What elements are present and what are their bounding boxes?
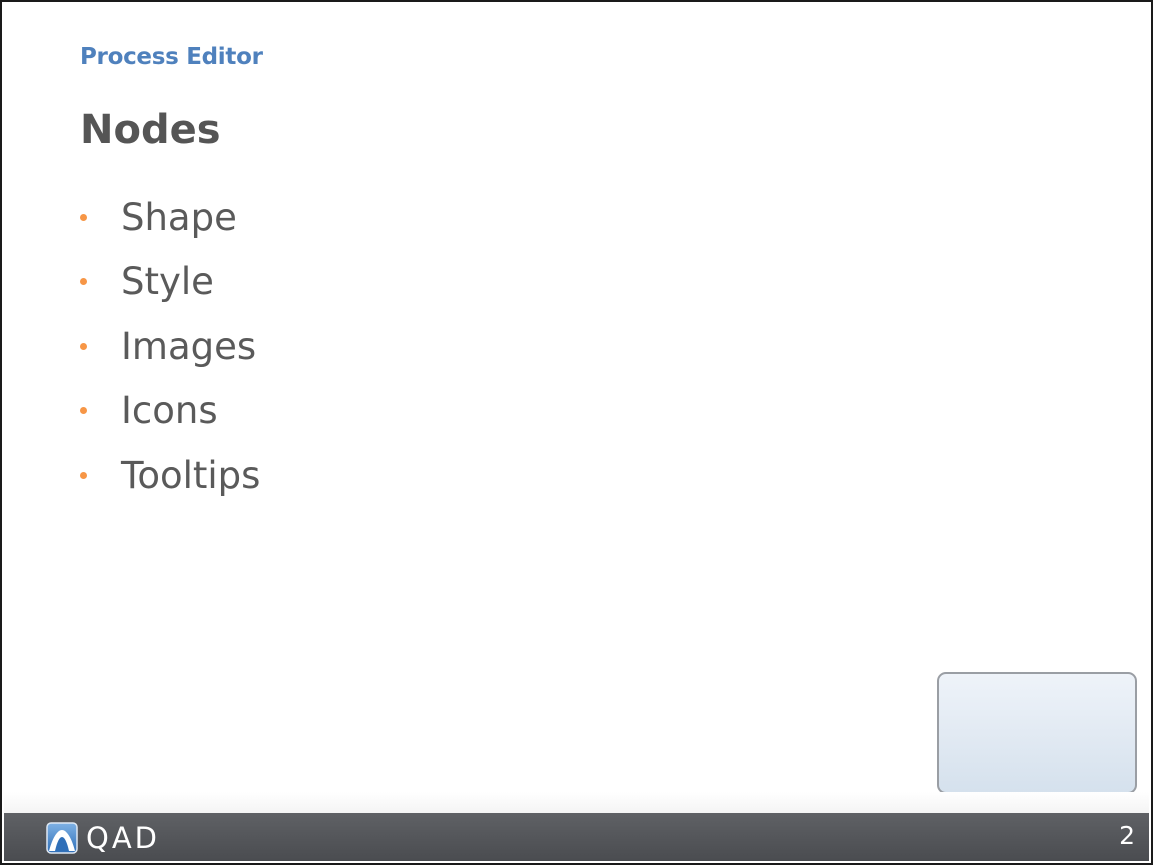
bullet-icon: [80, 407, 87, 415]
bullet-item-tooltips: Tooltips: [80, 443, 260, 508]
footer-bar: QAD 2: [4, 813, 1149, 861]
bullet-item-icons: Icons: [80, 379, 260, 444]
bullet-icon: [80, 342, 87, 350]
qad-logo-icon: [46, 822, 78, 854]
bullet-item-images: Images: [80, 314, 260, 379]
bullet-item-shape: Shape: [80, 185, 260, 250]
bullet-icon: [80, 278, 87, 286]
slide-title: Nodes: [80, 107, 221, 153]
bullet-text: Tooltips: [121, 453, 261, 497]
page-number: 2: [1119, 821, 1135, 850]
slide: Process Editor Nodes Shape Style Images …: [0, 0, 1153, 865]
logo-text: QAD: [86, 821, 160, 855]
bullet-text: Shape: [121, 195, 237, 239]
bullet-item-style: Style: [80, 250, 260, 315]
bullet-text: Style: [121, 260, 214, 304]
bullet-icon: [80, 213, 87, 221]
node-shape-sample: [937, 672, 1137, 794]
bullet-text: Images: [121, 324, 257, 368]
bullet-icon: [80, 471, 87, 479]
bullet-list: Shape Style Images Icons Tooltips: [80, 185, 260, 508]
bullet-text: Icons: [121, 389, 218, 433]
section-label: Process Editor: [80, 44, 263, 70]
qad-logo: QAD: [46, 821, 160, 855]
